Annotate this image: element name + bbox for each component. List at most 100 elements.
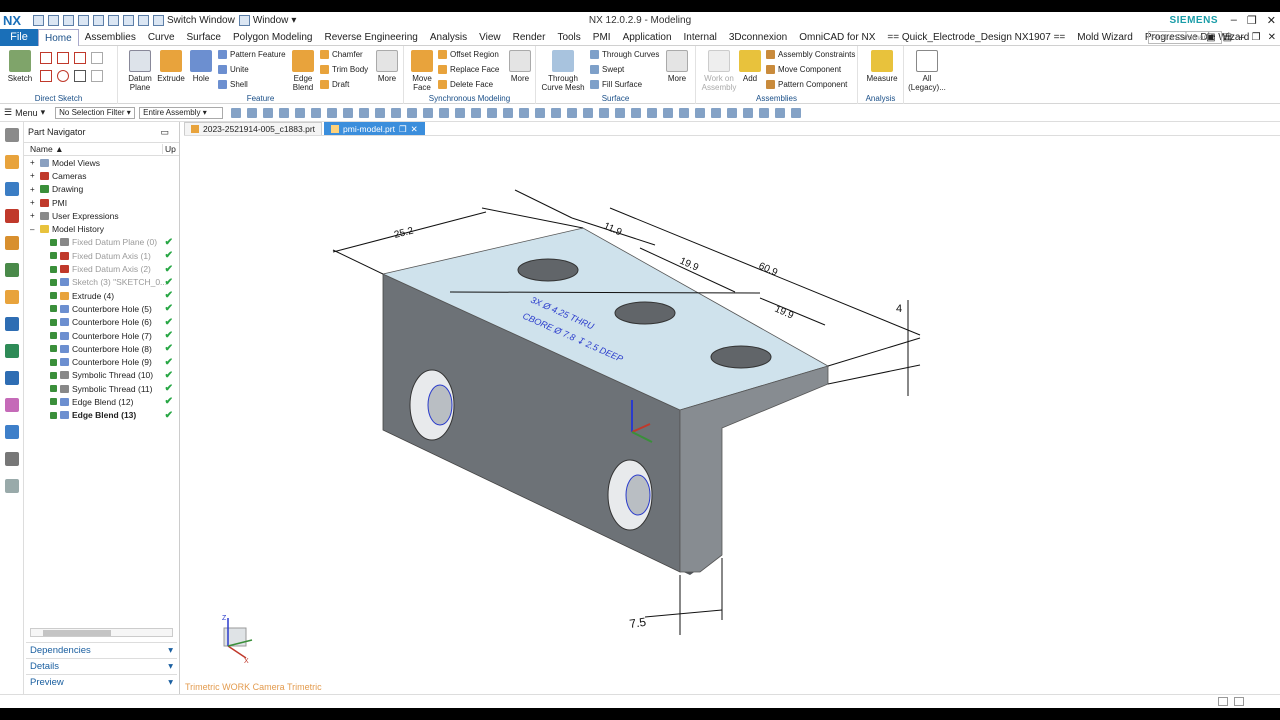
datum-plane-button[interactable]: Datum Plane — [126, 50, 154, 92]
grid-icon[interactable] — [583, 107, 594, 118]
visibility-checkbox[interactable] — [50, 292, 57, 300]
tab-3dconnexion[interactable]: 3Dconnexion — [723, 29, 793, 46]
paste-icon[interactable] — [108, 15, 119, 26]
circle-icon[interactable] — [57, 70, 69, 82]
touch-mode-icon[interactable] — [138, 15, 149, 26]
web-browser-icon[interactable] — [4, 290, 19, 304]
navigator-row[interactable]: – Model History — [24, 222, 179, 235]
more-curves-icon[interactable] — [91, 52, 103, 64]
repeat-command-icon[interactable] — [123, 15, 134, 26]
layout-icon[interactable] — [4, 479, 19, 493]
navigator-row[interactable]: Counterbore Hole (5) ✔ — [24, 302, 179, 315]
pattern-component-button[interactable]: Pattern Component — [766, 80, 847, 89]
color-icon[interactable] — [711, 107, 722, 118]
visibility-checkbox[interactable] — [50, 265, 57, 273]
save-icon[interactable] — [33, 15, 44, 26]
zoom-icon[interactable] — [311, 107, 322, 118]
offset-region-button[interactable]: Offset Region — [438, 50, 499, 59]
manufacturing-wizards-icon[interactable] — [4, 425, 19, 439]
snap-point-icon[interactable] — [263, 107, 274, 118]
clipping-icon[interactable] — [535, 107, 546, 118]
unite-button[interactable]: Unite — [218, 65, 249, 74]
navigator-row[interactable]: Counterbore Hole (9) ✔ — [24, 355, 179, 368]
window-menu-button[interactable]: Window ▾ — [238, 15, 296, 26]
selection-scope-dropdown[interactable]: Entire Assembly ▾ — [139, 106, 224, 119]
delete-face-button[interactable]: Delete Face — [438, 80, 493, 89]
detach-icon[interactable]: ❐ — [399, 123, 407, 136]
navigator-row[interactable]: Fixed Datum Plane (0) ✔ — [24, 236, 179, 249]
navigator-row[interactable]: Edge Blend (13) ✔ — [24, 409, 179, 422]
expand-icon[interactable]: + — [30, 198, 40, 207]
tab-analysis[interactable]: Analysis — [424, 29, 473, 46]
close-part-icon[interactable]: ✕ — [1268, 32, 1276, 43]
menu-button[interactable]: ☰ Menu ▾ — [4, 107, 45, 118]
work-layer-icon[interactable] — [471, 107, 482, 118]
fit-icon[interactable] — [359, 107, 370, 118]
perspective-icon[interactable] — [551, 107, 562, 118]
shell-button[interactable]: Shell — [218, 80, 248, 89]
navigator-row[interactable]: Symbolic Thread (11) ✔ — [24, 382, 179, 395]
tab-view[interactable]: View — [473, 29, 507, 46]
navigator-row[interactable]: Counterbore Hole (6) ✔ — [24, 316, 179, 329]
expand-icon[interactable]: – — [30, 225, 40, 234]
filter-icon[interactable] — [679, 107, 690, 118]
rectangle-icon[interactable] — [57, 52, 69, 64]
rotate-icon[interactable] — [343, 107, 354, 118]
replace-face-button[interactable]: Replace Face — [438, 65, 499, 74]
more-sketch-icon[interactable] — [91, 70, 103, 82]
navigator-row[interactable]: Fixed Datum Axis (1) ✔ — [24, 249, 179, 262]
navigator-row[interactable]: + Model Views — [24, 156, 179, 169]
column-name[interactable]: Name ▲ — [24, 144, 162, 154]
layer-icon[interactable] — [455, 107, 466, 118]
tab-surface[interactable]: Surface — [181, 29, 227, 46]
tab-polygon-modeling[interactable]: Polygon Modeling — [227, 29, 319, 46]
view-triad-icon[interactable] — [759, 107, 770, 118]
swept-button[interactable]: Swept — [590, 65, 624, 74]
trim-body-button[interactable]: Trim Body — [320, 65, 368, 74]
ribbon-display-icon[interactable]: ▤ — [1223, 32, 1232, 43]
measure-icon[interactable] — [519, 107, 530, 118]
arc-icon[interactable] — [40, 70, 52, 82]
background-icon[interactable] — [567, 107, 578, 118]
tab-pmi-model[interactable]: pmi-model.prt ❐ ✕ — [324, 122, 425, 135]
assembly-navigator-icon[interactable] — [4, 155, 19, 169]
navigator-row[interactable]: + Drawing — [24, 183, 179, 196]
expand-icon[interactable]: + — [30, 185, 40, 194]
hide-show-icon[interactable] — [439, 107, 450, 118]
settings-icon[interactable] — [4, 128, 19, 142]
navigator-row[interactable]: Symbolic Thread (10) ✔ — [24, 369, 179, 382]
visualization-icon[interactable] — [599, 107, 610, 118]
close-icon[interactable]: ✕ — [1267, 14, 1276, 27]
pan-icon[interactable] — [327, 107, 338, 118]
process-studio-icon[interactable] — [4, 344, 19, 358]
navigator-row[interactable]: Fixed Datum Axis (2) ✔ — [24, 262, 179, 275]
info-icon[interactable] — [727, 107, 738, 118]
fill-surface-button[interactable]: Fill Surface — [590, 80, 642, 89]
part-navigator-icon[interactable] — [4, 209, 19, 223]
surface-more-button[interactable]: More — [664, 50, 690, 83]
feature-more-button[interactable]: More — [374, 50, 400, 83]
add-component-button[interactable]: Add — [738, 50, 762, 83]
redo-icon[interactable] — [63, 15, 74, 26]
column-up-to-date[interactable]: Up — [162, 144, 176, 154]
draft-button[interactable]: Draft — [320, 80, 349, 89]
close-icon[interactable] — [791, 107, 802, 118]
work-on-assembly-button[interactable]: Work on Assembly — [700, 50, 738, 92]
visibility-checkbox[interactable] — [50, 332, 57, 339]
assembly-constraints-button[interactable]: Assembly Constraints — [766, 50, 855, 59]
visibility-checkbox[interactable] — [50, 278, 57, 286]
status-icon-2[interactable] — [1234, 697, 1244, 706]
tab-tools[interactable]: Tools — [551, 29, 586, 46]
visibility-checkbox[interactable] — [50, 411, 57, 419]
visibility-checkbox[interactable] — [50, 358, 57, 366]
close-icon[interactable]: ✕ — [411, 123, 418, 136]
edit-object-icon[interactable] — [615, 107, 626, 118]
undo-icon[interactable] — [48, 15, 59, 26]
view-orient-icon[interactable] — [295, 107, 306, 118]
sketch-button[interactable]: Sketch — [6, 50, 34, 83]
navigator-row[interactable]: Sketch (3) "SKETCH_0... ✔ — [24, 276, 179, 289]
expand-icon[interactable]: + — [30, 211, 40, 220]
highlight-icon[interactable] — [695, 107, 706, 118]
visibility-checkbox[interactable] — [50, 398, 57, 406]
quick-pick-icon[interactable] — [279, 107, 290, 118]
